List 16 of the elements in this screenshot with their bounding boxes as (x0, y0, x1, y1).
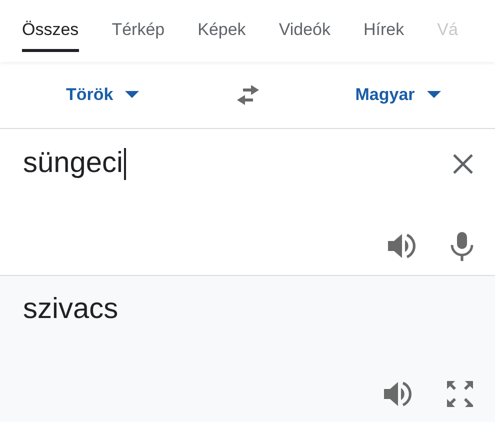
speaker-icon[interactable] (383, 380, 413, 408)
fullscreen-icon[interactable] (446, 380, 474, 408)
input-field[interactable]: süngeci (23, 147, 126, 180)
search-tab[interactable]: Hírek (364, 0, 404, 62)
search-tab[interactable]: Térkép (112, 0, 165, 62)
translation-text: szivacs (22, 292, 120, 326)
source-language-button[interactable]: Török (66, 81, 140, 109)
search-tab[interactable]: Összes (22, 0, 79, 52)
target-language-button[interactable]: Magyar (355, 81, 441, 109)
close-icon[interactable] (452, 152, 474, 174)
caret-icon (426, 91, 441, 99)
microphone-icon[interactable] (450, 231, 474, 261)
search-tab[interactable]: Videók (278, 0, 330, 62)
caret-icon (125, 91, 140, 99)
search-tab[interactable]: Képek (198, 0, 246, 62)
speaker-icon[interactable] (387, 232, 417, 260)
